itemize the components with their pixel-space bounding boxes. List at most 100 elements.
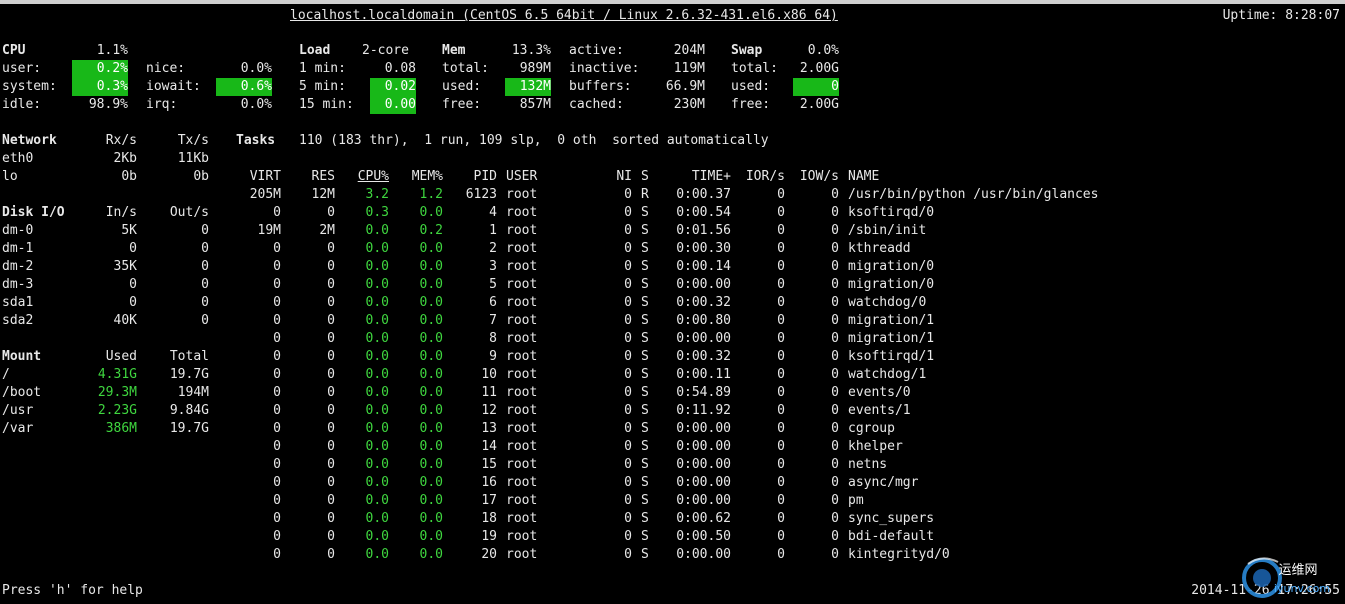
proc-time: 0:01.56 — [676, 223, 731, 238]
proc-name: migration/0 — [848, 259, 935, 274]
cpu-user-value: 0.2% — [72, 60, 128, 78]
mem-total-value: 989M — [519, 61, 551, 76]
proc-ni: 0 — [624, 403, 632, 418]
proc-ior: 0 — [777, 313, 785, 328]
cpu-irq-label: irq: — [146, 97, 178, 112]
proc-iow: 0 — [831, 259, 839, 274]
proc-ni: 0 — [624, 313, 632, 328]
proc-mem: 0.0 — [419, 547, 443, 562]
network-iface-tx: 11Kb — [177, 151, 209, 166]
proc-iow: 0 — [831, 421, 839, 436]
load-5min-label: 5 min: — [299, 79, 346, 94]
cpu-iowait-label: iowait: — [146, 79, 201, 94]
proc-ior: 0 — [777, 205, 785, 220]
mem-free-label: free: — [442, 97, 482, 112]
proc-user: root — [506, 331, 538, 346]
mem-used-label: used: — [442, 79, 482, 94]
proc-ior: 0 — [777, 277, 785, 292]
network-iface-tx: 0b — [193, 169, 209, 184]
proc-user: root — [506, 457, 538, 472]
proc-user: root — [506, 205, 538, 220]
proc-time: 0:00.30 — [676, 241, 731, 256]
proc-mem: 0.0 — [419, 475, 443, 490]
proc-user: root — [506, 403, 538, 418]
proc-mem: 0.0 — [419, 511, 443, 526]
mem-cached-value: 230M — [673, 97, 705, 112]
proc-name: cgroup — [848, 421, 895, 436]
proc-user: root — [506, 313, 538, 328]
proc-res: 0 — [327, 529, 335, 544]
proc-user: root — [506, 511, 538, 526]
proc-virt: 0 — [273, 421, 281, 436]
proc-mem: 0.0 — [419, 295, 443, 310]
proc-iow: 0 — [831, 223, 839, 238]
network-iface-name: lo — [2, 169, 18, 184]
proc-user: root — [506, 439, 538, 454]
proc-pid: 7 — [489, 313, 497, 328]
proc-cpu: 0.3 — [365, 205, 389, 220]
swap-free-value: 2.00G — [799, 97, 839, 112]
proc-time: 0:00.11 — [676, 367, 731, 382]
proc-iow: 0 — [831, 475, 839, 490]
disk-out: 0 — [201, 313, 209, 328]
cpu-system-label: system: — [2, 79, 57, 94]
proc-status: S — [641, 223, 649, 238]
proc-ior: 0 — [777, 529, 785, 544]
proc-virt: 0 — [273, 259, 281, 274]
proc-res: 0 — [327, 421, 335, 436]
proc-mem: 0.0 — [419, 331, 443, 346]
proc-ior: 0 — [777, 187, 785, 202]
proc-iow: 0 — [831, 385, 839, 400]
watermark-text-bottom: iyunv.com — [1274, 582, 1330, 595]
proc-iow: 0 — [831, 367, 839, 382]
proc-iow: 0 — [831, 277, 839, 292]
proc-ior: 0 — [777, 259, 785, 274]
mem-percent: 13.3% — [511, 43, 551, 58]
proc-name: khelper — [848, 439, 903, 454]
proc-time: 0:00.00 — [676, 475, 731, 490]
cpu-irq-value: 0.0% — [240, 97, 272, 112]
diskio-out-header: Out/s — [169, 205, 209, 220]
proc-pid: 18 — [481, 511, 497, 526]
proc-name: async/mgr — [848, 475, 919, 490]
proc-cpu: 0.0 — [365, 475, 389, 490]
proc-cpu: 0.0 — [365, 403, 389, 418]
proc-iow: 0 — [831, 313, 839, 328]
disk-in: 5K — [121, 223, 137, 238]
proc-virt: 0 — [273, 475, 281, 490]
proc-cpu: 0.0 — [365, 241, 389, 256]
proc-res: 0 — [327, 547, 335, 562]
proc-res: 0 — [327, 511, 335, 526]
proc-virt: 0 — [273, 547, 281, 562]
col-ni-header: NI — [616, 169, 632, 184]
mem-buffers-label: buffers: — [569, 79, 632, 94]
proc-user: root — [506, 277, 538, 292]
proc-res: 0 — [327, 385, 335, 400]
col-pid-header: PID — [473, 169, 497, 184]
proc-iow: 0 — [831, 241, 839, 256]
mount-total: 9.84G — [169, 403, 209, 418]
proc-user: root — [506, 529, 538, 544]
col-iow-header: IOW/s — [799, 169, 839, 184]
proc-mem: 0.0 — [419, 529, 443, 544]
proc-iow: 0 — [831, 205, 839, 220]
proc-virt: 0 — [273, 331, 281, 346]
proc-user: root — [506, 475, 538, 490]
proc-ior: 0 — [777, 547, 785, 562]
proc-time: 0:00.00 — [676, 421, 731, 436]
proc-mem: 0.0 — [419, 241, 443, 256]
network-iface-rx: 0b — [121, 169, 137, 184]
proc-name: migration/1 — [848, 313, 935, 328]
disk-out: 0 — [201, 259, 209, 274]
help-hint: Press 'h' for help — [2, 583, 143, 598]
proc-status: S — [641, 529, 649, 544]
proc-name: events/0 — [848, 385, 911, 400]
proc-cpu: 0.0 — [365, 349, 389, 364]
proc-time: 0:00.62 — [676, 511, 731, 526]
proc-ior: 0 — [777, 241, 785, 256]
proc-pid: 8 — [489, 331, 497, 346]
proc-pid: 1 — [489, 223, 497, 238]
proc-name: migration/1 — [848, 331, 935, 346]
proc-time: 0:00.00 — [676, 277, 731, 292]
proc-status: S — [641, 259, 649, 274]
